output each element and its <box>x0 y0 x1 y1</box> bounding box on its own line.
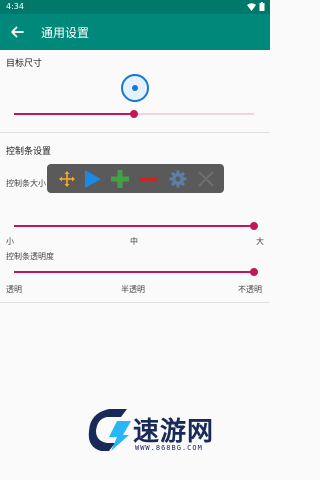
watermark-url: WWW.868BG.COM <box>135 444 203 452</box>
wifi-icon <box>247 2 256 11</box>
slider-fill <box>14 225 254 227</box>
slider-thumb[interactable] <box>250 222 258 230</box>
page-title: 通用设置 <box>41 26 90 40</box>
plus-icon[interactable] <box>109 168 131 190</box>
gear-icon[interactable] <box>167 168 189 190</box>
control-bar-preview <box>47 164 224 193</box>
control-bar-opacity-label: 控制条透明度 <box>6 252 54 261</box>
slider-thumb[interactable] <box>250 268 258 276</box>
slider-thumb[interactable] <box>130 110 138 118</box>
minus-icon[interactable] <box>137 168 159 190</box>
close-icon[interactable] <box>195 168 217 190</box>
target-center-dot <box>132 85 138 91</box>
app-bar: 通用设置 <box>0 14 270 50</box>
target-size-title: 目标尺寸 <box>6 59 43 69</box>
divider <box>0 302 270 303</box>
control-bar-size-label: 控制条大小 <box>6 179 46 188</box>
size-tick-medium: 中 <box>130 237 138 246</box>
status-time: 4:34 <box>6 2 24 11</box>
control-bar-opacity-slider[interactable] <box>14 267 258 277</box>
play-icon[interactable] <box>81 168 103 190</box>
back-arrow-icon[interactable] <box>9 24 25 40</box>
watermark-text: 速游网 <box>133 417 215 447</box>
control-bar-size-slider[interactable] <box>14 221 258 231</box>
status-bar: 4:34 <box>0 0 270 14</box>
slider-fill <box>14 113 134 115</box>
watermark: 速游网 WWW.868BG.COM <box>85 405 260 457</box>
watermark-logo <box>88 409 131 451</box>
divider <box>0 132 270 133</box>
move-icon[interactable] <box>56 168 78 190</box>
target-preview <box>121 74 149 102</box>
size-tick-small: 小 <box>6 237 14 246</box>
opacity-tick-transparent: 透明 <box>6 285 22 294</box>
slider-fill <box>14 271 254 273</box>
status-icons <box>247 2 265 11</box>
control-bar-title: 控制条设置 <box>6 147 52 157</box>
size-tick-large: 大 <box>256 237 264 246</box>
target-size-slider[interactable] <box>14 109 254 119</box>
opacity-tick-semi: 半透明 <box>121 285 145 294</box>
opacity-tick-opaque: 不透明 <box>238 285 262 294</box>
battery-icon <box>259 2 265 11</box>
